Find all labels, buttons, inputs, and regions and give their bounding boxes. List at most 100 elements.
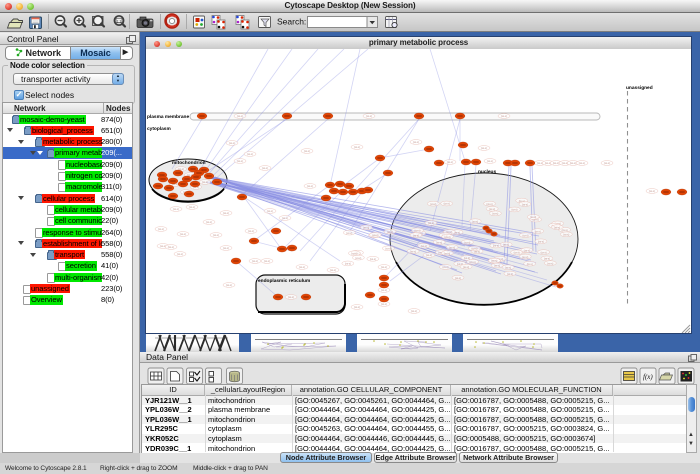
svg-text:(xx-x): (xx-x) [229, 142, 235, 145]
svg-text:plasma membrane: plasma membrane [147, 114, 189, 120]
svg-text:(xx-x): (xx-x) [354, 146, 360, 149]
svg-text:(xx-x): (xx-x) [535, 230, 541, 233]
svg-text:unassigned: unassigned [626, 85, 653, 91]
svg-text:cytoplasm: cytoplasm [147, 126, 171, 132]
svg-text:(xx-x): (xx-x) [492, 213, 498, 216]
svg-text:(xx-x): (xx-x) [562, 229, 568, 232]
svg-text:f(x): f(x) [643, 373, 653, 381]
svg-text:(xx-x): (xx-x) [363, 227, 369, 230]
svg-text:(xx-x): (xx-x) [237, 115, 243, 118]
svg-text:(xx-x): (xx-x) [213, 234, 219, 237]
svg-text:(xx-x): (xx-x) [524, 249, 530, 252]
svg-text:(xx-x): (xx-x) [530, 216, 536, 219]
svg-text:(xx-x): (xx-x) [173, 208, 179, 211]
svg-text:(xx-x): (xx-x) [189, 206, 195, 209]
svg-text:(xx-x): (xx-x) [538, 241, 544, 244]
svg-text:(xx-x): (xx-x) [464, 241, 470, 244]
svg-text:(xx-x): (xx-x) [248, 230, 254, 233]
svg-text:(xx-x): (xx-x) [158, 228, 164, 231]
svg-text:(xx-x): (xx-x) [421, 245, 427, 248]
svg-text:(xx-x): (xx-x) [366, 115, 372, 118]
svg-text:(xx-x): (xx-x) [346, 232, 352, 235]
svg-text:(xx-x): (xx-x) [345, 263, 351, 266]
svg-text:(xx-x): (xx-x) [355, 257, 361, 260]
svg-text:(xx-x): (xx-x) [604, 162, 610, 165]
svg-text:(xx-x): (xx-x) [447, 161, 453, 164]
svg-text:(xx-x): (xx-x) [202, 181, 208, 184]
svg-text:(xx-x): (xx-x) [442, 266, 448, 269]
svg-text:(xx-x): (xx-x) [501, 115, 507, 118]
svg-text:(xx-x): (xx-x) [428, 222, 434, 225]
svg-text:(xx-x): (xx-x) [444, 236, 450, 239]
svg-text:nucleus: nucleus [478, 169, 496, 175]
svg-text:(xx-x): (xx-x) [579, 162, 585, 165]
svg-text:(xx-x): (xx-x) [430, 203, 436, 206]
svg-text:(xx-x): (xx-x) [282, 217, 288, 220]
svg-text:(xx-x): (xx-x) [487, 203, 493, 206]
svg-text:(xx-x): (xx-x) [436, 241, 442, 244]
svg-text:(xx-x): (xx-x) [463, 266, 469, 269]
svg-text:(xx-x): (xx-x) [426, 254, 432, 257]
svg-text:(xx-x): (xx-x) [288, 296, 294, 299]
svg-text:(xx-x): (xx-x) [180, 233, 186, 236]
svg-text:(xx-x): (xx-x) [385, 248, 391, 251]
svg-text:(xx-x): (xx-x) [522, 203, 528, 206]
svg-text:(xx-x): (xx-x) [413, 234, 419, 237]
svg-text:(xx-x): (xx-x) [223, 212, 229, 215]
svg-text:(xx-x): (xx-x) [177, 253, 183, 256]
svg-text:(xx-x): (xx-x) [206, 221, 212, 224]
svg-text:(xx-x): (xx-x) [444, 252, 450, 255]
svg-text:(xx-x): (xx-x) [493, 245, 499, 248]
svg-text:(xx-x): (xx-x) [649, 190, 655, 193]
svg-text:(xx-x): (xx-x) [494, 265, 500, 268]
svg-text:(xx-x): (xx-x) [505, 266, 511, 269]
svg-text:(xx-x): (xx-x) [381, 266, 387, 269]
svg-text:(xx-x): (xx-x) [226, 284, 232, 287]
svg-text:(xx-x): (xx-x) [444, 203, 450, 206]
svg-text:(xx-x): (xx-x) [455, 277, 461, 280]
svg-text:(xx-x): (xx-x) [470, 261, 476, 264]
svg-text:(xx-x): (xx-x) [522, 234, 528, 237]
svg-text:(xx-x): (xx-x) [262, 167, 268, 170]
svg-text:(xx-x): (xx-x) [570, 162, 576, 165]
svg-text:mitochondrion: mitochondrion [172, 160, 206, 166]
svg-text:(xx-x): (xx-x) [553, 162, 559, 165]
svg-text:endoplasmic reticulum: endoplasmic reticulum [258, 278, 310, 284]
svg-text:(xx-x): (xx-x) [413, 141, 419, 144]
svg-text:(xx-x): (xx-x) [507, 273, 513, 276]
svg-text:(xx-x): (xx-x) [472, 220, 478, 223]
svg-text:(xx-x): (xx-x) [330, 269, 336, 272]
svg-text:(xx-x): (xx-x) [304, 150, 310, 153]
svg-text:(xx-x): (xx-x) [449, 246, 455, 249]
svg-text:(xx-x): (xx-x) [487, 160, 493, 163]
svg-text:(xx-x): (xx-x) [387, 231, 393, 234]
svg-text:(xx-x): (xx-x) [411, 310, 417, 313]
svg-text:(xx-x): (xx-x) [563, 233, 569, 236]
svg-text:(xx-x): (xx-x) [414, 230, 420, 233]
svg-text:(xx-x): (xx-x) [370, 258, 376, 261]
svg-text:(xx-x): (xx-x) [372, 234, 378, 237]
svg-text:(xx-x): (xx-x) [381, 289, 387, 292]
svg-text:(xx-x): (xx-x) [511, 209, 517, 212]
svg-text:(xx-x): (xx-x) [491, 260, 497, 263]
svg-text:(xx-x): (xx-x) [267, 210, 273, 213]
svg-text:(xx-x): (xx-x) [237, 160, 243, 163]
svg-text:(xx-x): (xx-x) [514, 252, 520, 255]
svg-text:(xx-x): (xx-x) [351, 252, 357, 255]
svg-text:(xx-x): (xx-x) [522, 256, 528, 259]
svg-text:1:1: 1:1 [117, 19, 122, 23]
svg-text:(xx-x): (xx-x) [547, 262, 553, 265]
svg-text:(xx-x): (xx-x) [503, 244, 509, 247]
svg-text:(xx-x): (xx-x) [471, 248, 477, 251]
svg-text:(xx-x): (xx-x) [299, 266, 305, 269]
svg-text:(xx-x): (xx-x) [410, 250, 416, 253]
svg-text:(xx-x): (xx-x) [264, 260, 270, 263]
svg-text:(xx-x): (xx-x) [168, 246, 174, 249]
svg-text:(xx-x): (xx-x) [307, 185, 313, 188]
svg-text:Search:: Search: [277, 17, 306, 27]
svg-text:(xx-x): (xx-x) [381, 303, 387, 306]
svg-text:(xx-x): (xx-x) [223, 247, 229, 250]
svg-text:(xx-x): (xx-x) [247, 153, 253, 156]
svg-text:(xx-x): (xx-x) [527, 263, 533, 266]
svg-text:(xx-x): (xx-x) [489, 208, 495, 211]
